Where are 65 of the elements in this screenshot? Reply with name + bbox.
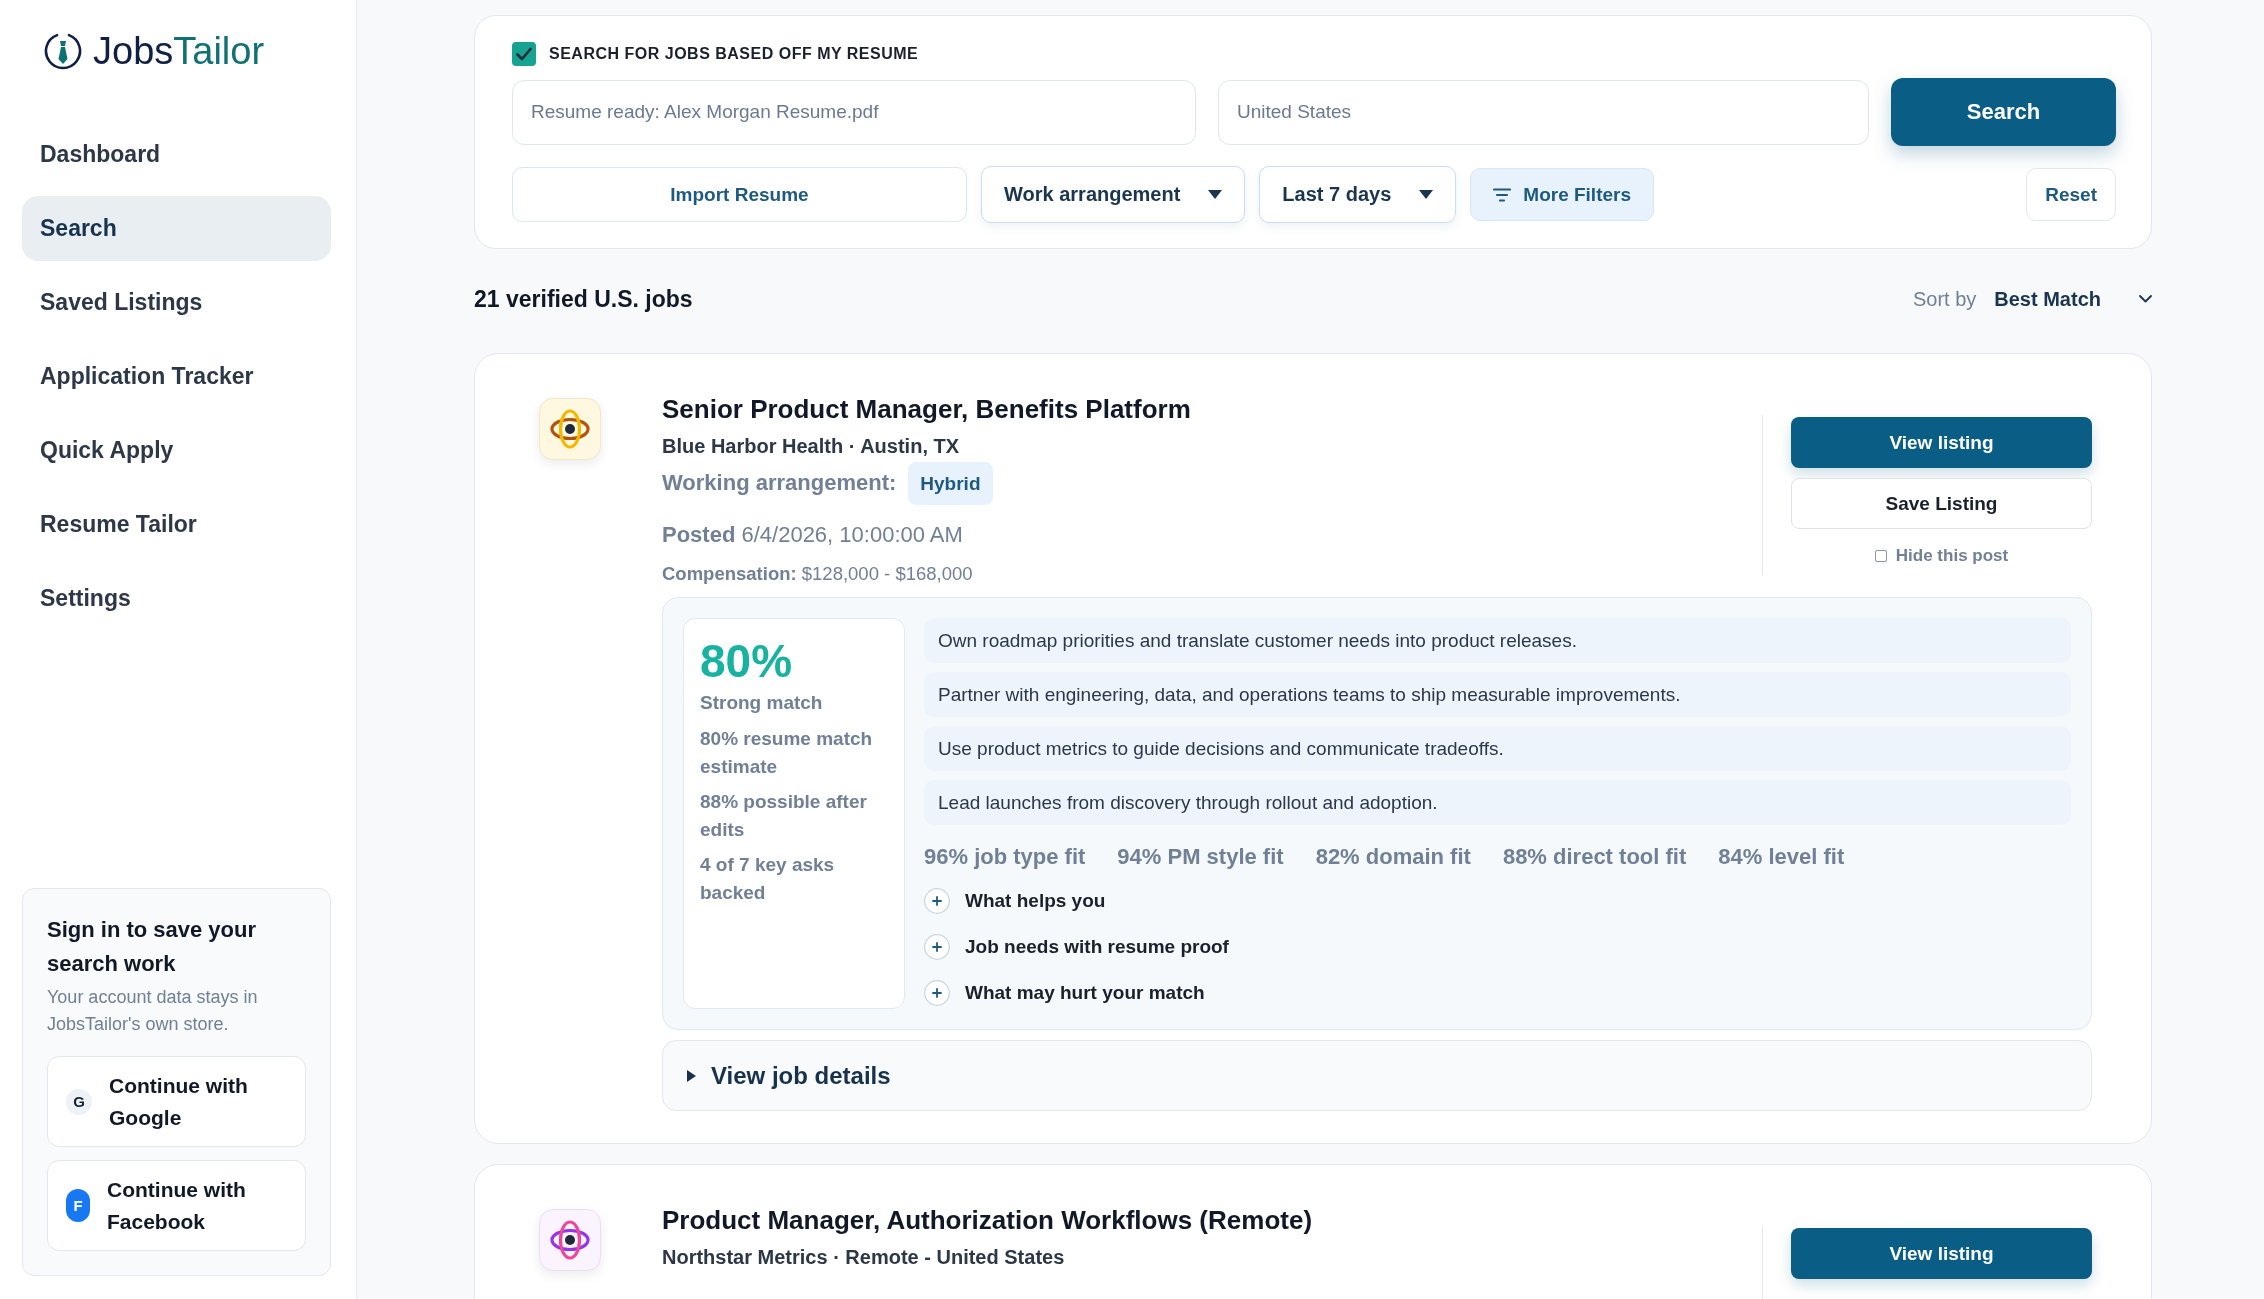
nav-item[interactable]: Saved Listings (22, 270, 331, 335)
sign-in-title: Sign in to save your search work (47, 916, 258, 978)
filter-dropdown[interactable]: Last 7 days (1259, 166, 1457, 223)
view-listing-button[interactable]: View listing (1791, 417, 2092, 468)
nav-item[interactable]: Dashboard (22, 122, 331, 187)
nav-item[interactable]: Search (22, 196, 331, 261)
sort-select[interactable]: Best Match (1994, 287, 2152, 311)
posted-date: Posted 6/4/2026, 10:00:00 AM (662, 521, 964, 549)
section-toggle[interactable]: Job needs with resume proof (924, 931, 1229, 963)
location-field[interactable]: United States (1218, 79, 1869, 145)
more-filters-button[interactable]: More Filters (1470, 168, 1654, 221)
import-resume-button[interactable]: Import Resume (512, 167, 967, 222)
tie-logo-icon (43, 31, 83, 71)
match-verdict: Strong match (700, 691, 824, 715)
duty-item: Use product metrics to guide decisions and communicate tradeoffs. (924, 726, 2071, 771)
search-button[interactable]: Search (1891, 78, 2116, 146)
sign-in-button[interactable]: F Continue with Facebook (47, 1160, 306, 1251)
duty-item: Partner with engineering, data, and operations teams to ship measurable improvements. (924, 672, 2071, 717)
job-title: Senior Product Manager, Benefits Platform (662, 393, 1192, 426)
nav-item[interactable]: Settings (22, 566, 331, 631)
hide-post-checkbox[interactable] (1874, 550, 1887, 562)
provider-initial: F (66, 1189, 90, 1222)
section-toggle[interactable]: What may hurt your match (924, 977, 1205, 1009)
save-listing-button[interactable]: Save Listing (1791, 478, 2092, 529)
results-count: 21 verified U.S. jobs (474, 285, 693, 313)
job-title: Product Manager, Authorization Workflows (Remote) (662, 1204, 1314, 1237)
sort-label: Sort by (1912, 287, 1977, 311)
filter-dropdown[interactable]: Work arrangement (981, 166, 1246, 223)
nav-item[interactable]: Application Tracker (22, 344, 331, 409)
resume-search-checkbox[interactable] (512, 42, 536, 66)
caret-down-icon (1208, 190, 1223, 199)
job-details-toggle[interactable]: View job details (662, 1040, 2092, 1111)
nav-item[interactable]: Resume Tailor (22, 492, 331, 557)
nav-item[interactable]: Quick Apply (22, 418, 331, 483)
fit-score: 96% job type fit (924, 843, 1086, 871)
compensation: Compensation: $128,000 - $168,000 (662, 562, 974, 586)
filter-icon (1493, 187, 1512, 202)
reset-button[interactable]: Reset (2026, 168, 2116, 221)
arrangement-tag: Hybrid (908, 461, 993, 505)
match-note: 4 of 7 key asks backed (700, 853, 836, 905)
fit-score: 84% level fit (1718, 843, 1845, 871)
chevron-down-icon (2139, 295, 2152, 303)
provider-initial: G (66, 1088, 92, 1115)
match-note: 80% resume match estimate (700, 727, 874, 779)
arrangement-label: Working arrangement: (662, 470, 897, 496)
sign-in-text: Your account data stays in JobsTailor's own store. (47, 986, 259, 1036)
resume-field[interactable]: Resume ready: Alex Morgan Resume.pdf (512, 79, 1196, 145)
duty-item: Lead launches from discovery through rollout and adoption. (924, 780, 2071, 825)
view-listing-button[interactable]: View listing (1791, 1228, 2092, 1279)
orbit-logo-icon (539, 398, 601, 460)
sign-in-button[interactable]: G Continue with Google (47, 1056, 306, 1147)
fit-score: 82% domain fit (1315, 843, 1471, 871)
fit-score: 88% direct tool fit (1502, 843, 1687, 871)
company-location: Blue Harbor Health · Austin, TX (662, 434, 961, 459)
caret-down-icon (1419, 190, 1434, 199)
logo-wordmark: JobsTailor (93, 30, 265, 72)
company-location: Northstar Metrics · Remote - United States (662, 1245, 1066, 1270)
duty-item: Own roadmap priorities and translate customer needs into product releases. (924, 618, 2071, 663)
fit-score: 94% PM style fit (1117, 843, 1284, 871)
hide-post-label: Hide this post (1895, 546, 2009, 566)
match-score: 80% (700, 634, 794, 689)
resume-search-label: SEARCH FOR JOBS BASED OFF MY RESUME (549, 45, 919, 63)
match-note: 88% possible after edits (700, 790, 868, 842)
section-toggle[interactable]: What helps you (924, 885, 1106, 917)
orbit-logo-icon (539, 1209, 601, 1271)
